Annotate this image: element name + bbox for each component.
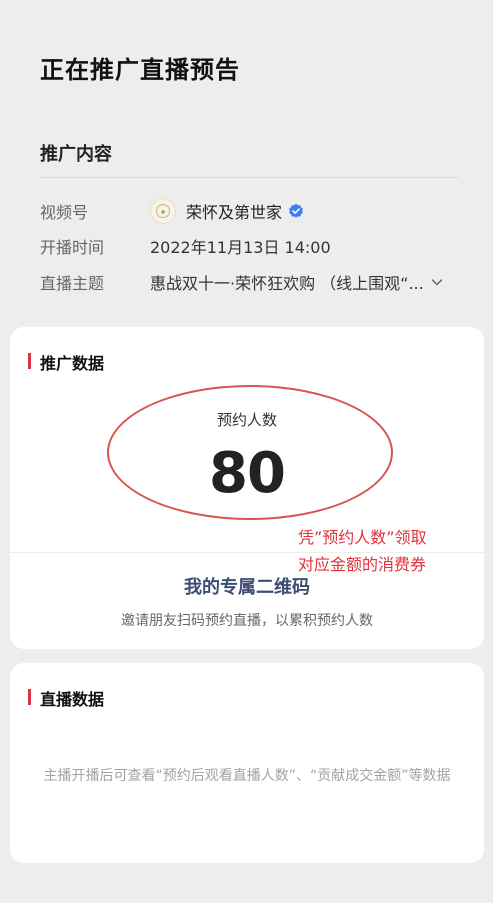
svg-text:◆: ◆ [161,209,166,216]
channel-label: 视频号 [40,203,89,222]
annotation-line-1: 凭”预约人数”领取 [298,528,427,547]
page-title: 正在推广直播预告 [40,56,240,84]
chevron-down-icon[interactable] [430,275,444,289]
topic-value: 惠战双十一·荣怀狂欢购 （线上围观“... [150,274,424,293]
live-data-heading: 直播数据 [27,686,104,710]
promo-data-card: 推广数据 预约人数 80 凭”预约人数”领取 对应金额的消费券 我的专属二维码 … [10,327,484,649]
card-divider [10,552,484,553]
avatar: ◆ [150,198,176,224]
start-time-row: 开播时间 2022年11月13日 14:00 [40,234,460,258]
channel-logo-icon: ◆ [156,204,170,218]
topic-label: 直播主题 [40,274,105,293]
topic-row[interactable]: 直播主题 惠战双十一·荣怀狂欢购 （线上围观“... [40,270,460,294]
promo-content-heading: 推广内容 [40,144,112,165]
live-data-empty-text: 主播开播后可查看“预约后观看直播人数”、“贡献成交金额”等数据 [43,768,451,784]
qr-hint-text: 邀请朋友扫码预约直播，以累积预约人数 [121,613,373,629]
promo-data-heading: 推广数据 [27,350,104,374]
channel-name[interactable]: 荣怀及第世家 [186,199,282,223]
verified-badge-icon [289,203,303,218]
start-time-value: 2022年11月13日 14:00 [150,238,331,257]
annotation-text: 凭”预约人数”领取 对应金额的消费券 [298,524,427,578]
section-divider [40,177,458,178]
my-qr-code-link[interactable]: 我的专属二维码 [10,573,484,599]
highlight-ellipse [107,385,393,520]
channel-row[interactable]: 视频号 ◆ 荣怀及第世家 [40,198,460,224]
live-data-card: 直播数据 主播开播后可查看“预约后观看直播人数”、“贡献成交金额”等数据 [10,663,484,863]
start-time-label: 开播时间 [40,238,105,257]
